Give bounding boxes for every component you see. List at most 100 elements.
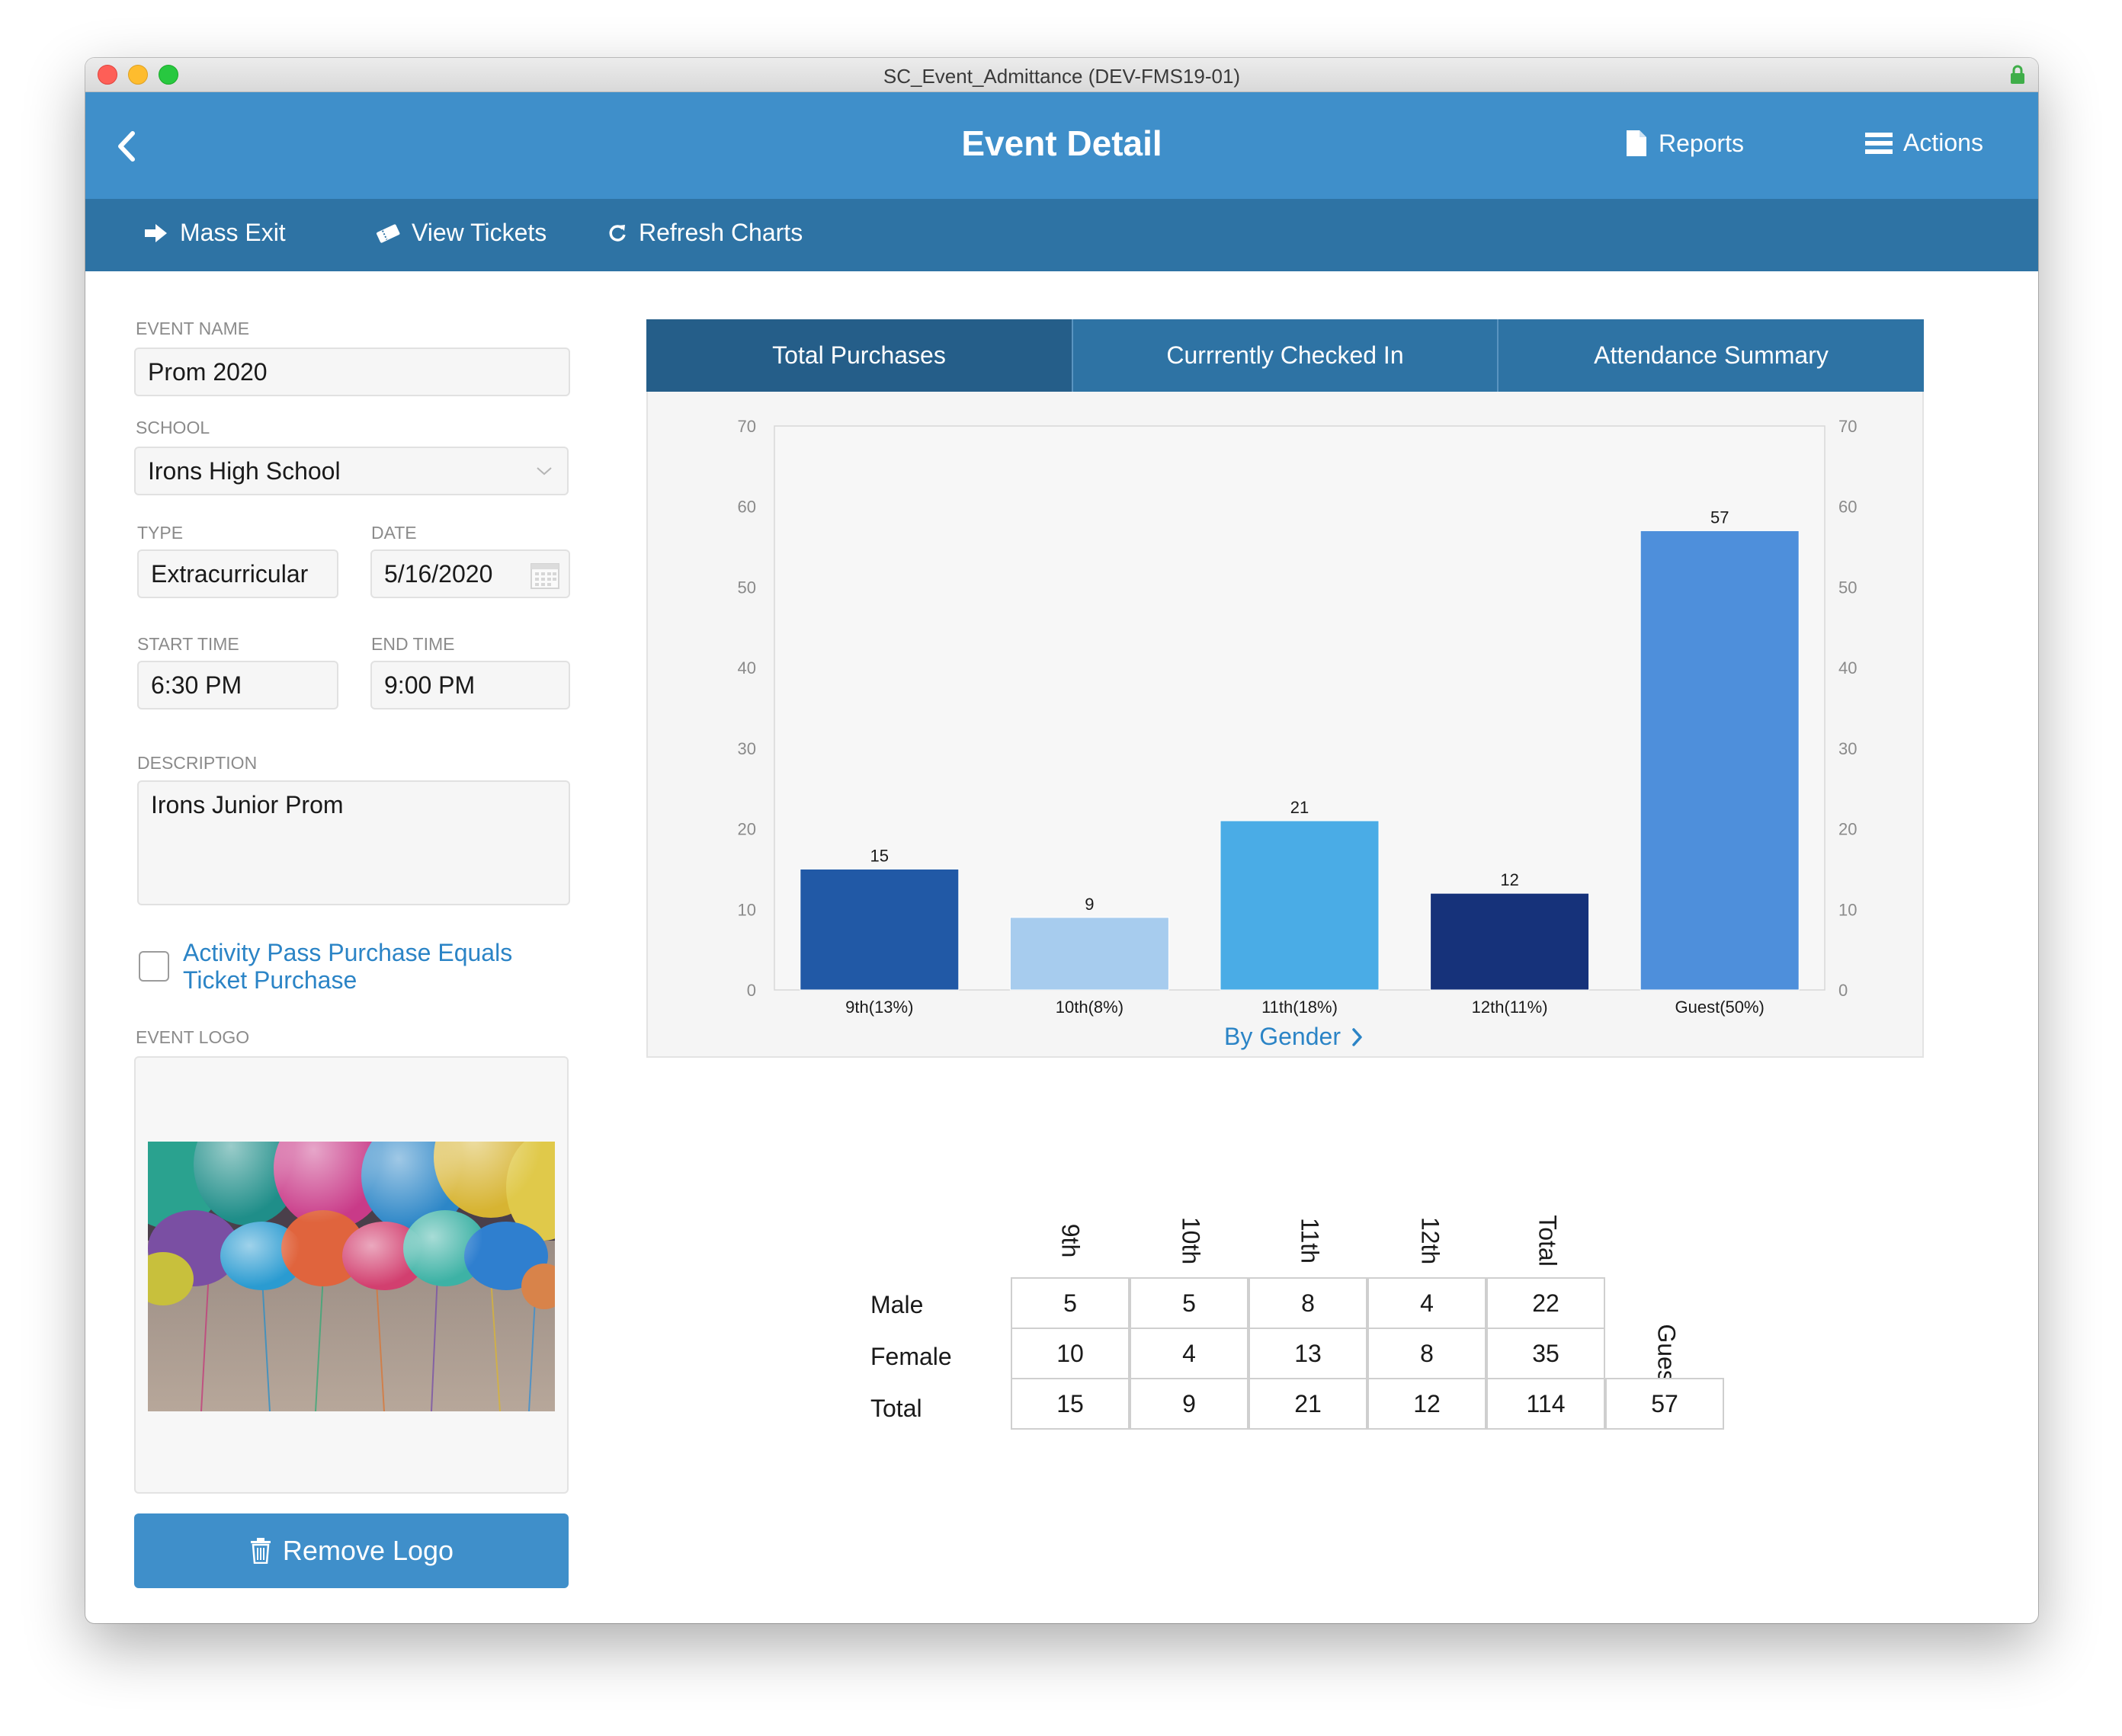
y-tick-left-label: 70 <box>738 417 756 436</box>
actions-button[interactable]: Actions <box>1865 129 1983 157</box>
event-name-field[interactable]: Prom 2020 <box>134 348 570 396</box>
tab-total-purchases[interactable]: Total Purchases <box>646 319 1072 392</box>
event-logo-label: EVENT LOGO <box>136 1027 250 1047</box>
gender-cell-female-12th: 8 <box>1367 1328 1486 1379</box>
type-field[interactable]: Extracurricular <box>137 549 338 598</box>
gender-col-header-10th: 10th <box>1177 1216 1205 1265</box>
start-time-label: START TIME <box>137 634 239 654</box>
y-tick-left-label: 50 <box>738 578 756 597</box>
by-gender-label: By Gender <box>1224 1023 1341 1050</box>
gender-col-header-12th: 12th <box>1416 1216 1444 1265</box>
x-category-label: 9th(13%) <box>845 998 913 1017</box>
x-category-label: 11th(18%) <box>1261 998 1338 1017</box>
y-tick-left-label: 0 <box>747 981 756 1000</box>
refresh-charts-button[interactable]: Refresh Charts <box>607 219 803 247</box>
gender-cell-male-total: 22 <box>1486 1277 1605 1329</box>
date-field[interactable]: 5/16/2020 <box>370 549 570 598</box>
gender-cell-total-guests: 57 <box>1605 1378 1724 1430</box>
description-field[interactable]: Irons Junior Prom <box>137 780 570 905</box>
gender-col-header-9th: 9th <box>1056 1223 1085 1258</box>
y-tick-left-label: 40 <box>738 658 756 677</box>
bar-value-label: 12 <box>1500 870 1518 889</box>
y-tick-right-label: 40 <box>1838 658 1857 677</box>
chart-tabs: Total Purchases Currrently Checked In At… <box>646 319 1924 392</box>
bar <box>1640 530 1800 991</box>
gender-row-label-female: Female <box>870 1343 952 1370</box>
bar-value-label: 21 <box>1290 798 1309 817</box>
bar <box>1220 820 1380 991</box>
school-value: Irons High School <box>148 456 341 485</box>
gender-row-label-total: Total <box>870 1395 922 1422</box>
gender-cell-female-11th: 13 <box>1249 1328 1367 1379</box>
view-tickets-label: View Tickets <box>412 219 547 246</box>
event-logo-box[interactable] <box>134 1056 569 1494</box>
calendar-icon[interactable] <box>530 563 559 589</box>
date-label: DATE <box>371 523 417 543</box>
type-label: TYPE <box>137 523 184 543</box>
gender-cell-total-10th: 9 <box>1130 1378 1249 1430</box>
refresh-charts-label: Refresh Charts <box>639 219 803 246</box>
y-tick-right-label: 20 <box>1838 820 1857 839</box>
remove-logo-label: Remove Logo <box>282 1535 454 1566</box>
bar-value-label: 15 <box>870 846 889 865</box>
event-name-label: EVENT NAME <box>136 319 250 338</box>
x-category-label: Guest(50%) <box>1675 998 1765 1017</box>
gender-col-header-11th: 11th <box>1296 1218 1324 1264</box>
gender-cell-total-11th: 21 <box>1249 1378 1367 1430</box>
date-value: 5/16/2020 <box>384 559 493 588</box>
x-category-label: 10th(8%) <box>1056 998 1124 1017</box>
activity-pass-checkbox[interactable] <box>139 951 169 982</box>
gender-cell-female-10th: 4 <box>1130 1328 1249 1379</box>
y-tick-left-label: 20 <box>738 820 756 839</box>
by-gender-link[interactable]: By Gender <box>1224 1023 1364 1051</box>
gender-cell-male-9th: 5 <box>1011 1277 1130 1329</box>
y-tick-right-label: 50 <box>1838 578 1857 597</box>
end-time-field[interactable]: 9:00 PM <box>370 661 570 709</box>
reports-button[interactable]: Reports <box>1625 129 1744 158</box>
total-purchases-bar-chart: 0 0 10 10 20 20 30 30 40 40 50 50 60 60 70 70 15 9th(13%)… <box>738 417 1858 1017</box>
app-header: Event Detail Reports Actions <box>85 92 2038 199</box>
actions-label: Actions <box>1903 129 1983 156</box>
y-tick-left-label: 10 <box>738 900 756 919</box>
x-category-label: 12th(11%) <box>1472 998 1548 1017</box>
menu-icon <box>1865 132 1893 154</box>
tab-attendance-summary[interactable]: Attendance Summary <box>1497 319 1924 392</box>
activity-pass-label[interactable]: Activity Pass Purchase Equals Ticket Pur… <box>183 939 541 994</box>
school-dropdown[interactable]: Irons High School <box>134 447 569 495</box>
y-tick-right-label: 30 <box>1838 739 1857 758</box>
page-title: Event Detail <box>961 123 1162 163</box>
y-tick-right-label: 70 <box>1838 417 1857 436</box>
mass-exit-label: Mass Exit <box>180 219 286 246</box>
title-bar: SC_Event_Admittance (DEV-FMS19-01) <box>85 58 2038 92</box>
gender-cell-total-12th: 12 <box>1367 1378 1486 1430</box>
trash-icon <box>250 1538 271 1564</box>
ticket-icon <box>377 223 400 243</box>
gender-cell-female-total: 35 <box>1486 1328 1605 1379</box>
y-tick-left-label: 30 <box>738 739 756 758</box>
gender-cell-male-11th: 8 <box>1249 1277 1367 1329</box>
mass-exit-button[interactable]: Mass Exit <box>143 219 286 247</box>
chevron-down-icon <box>537 467 552 476</box>
balloons-logo-image <box>148 1142 555 1411</box>
y-tick-left-label: 60 <box>738 498 756 517</box>
remove-logo-button[interactable]: Remove Logo <box>134 1513 569 1588</box>
gender-cell-male-10th: 5 <box>1130 1277 1249 1329</box>
view-tickets-button[interactable]: View Tickets <box>375 219 547 247</box>
refresh-icon <box>609 224 626 242</box>
school-label: SCHOOL <box>136 418 210 437</box>
bar <box>1430 892 1590 991</box>
start-time-field[interactable]: 6:30 PM <box>137 661 338 709</box>
chart-panel: 0 0 10 10 20 20 30 30 40 40 50 50 60 60 70 70 15 9th(13%)… <box>646 392 1924 1058</box>
y-tick-right-label: 10 <box>1838 900 1857 919</box>
gender-col-header-total: Total <box>1534 1215 1562 1267</box>
bar <box>1009 917 1169 991</box>
bar-value-label: 57 <box>1710 508 1729 527</box>
gender-cell-total-total: 114 <box>1486 1378 1605 1430</box>
y-tick-right-label: 60 <box>1838 498 1857 517</box>
reports-label: Reports <box>1659 129 1745 157</box>
bar <box>800 868 960 991</box>
chevron-right-icon <box>1352 1027 1362 1046</box>
bar-value-label: 9 <box>1085 895 1094 914</box>
tab-currently-checked-in[interactable]: Currrently Checked In <box>1072 319 1497 392</box>
gender-cell-female-9th: 10 <box>1011 1328 1130 1379</box>
